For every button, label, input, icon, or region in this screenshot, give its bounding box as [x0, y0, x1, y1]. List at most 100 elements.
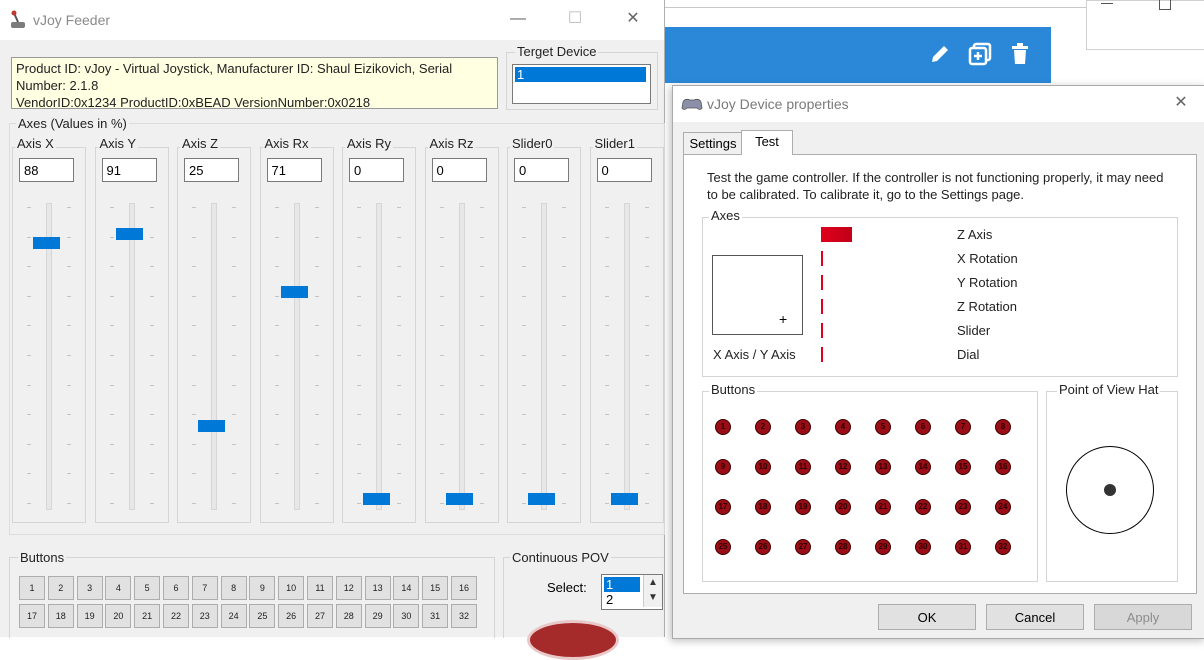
- feeder-button[interactable]: 11: [307, 576, 333, 600]
- maximize-button[interactable]: ☐: [560, 8, 590, 30]
- feeder-button[interactable]: 7: [191, 576, 218, 600]
- slider-track[interactable]: [376, 203, 382, 510]
- feeder-button[interactable]: 28: [335, 604, 362, 628]
- slider-thumb[interactable]: [528, 493, 555, 505]
- feeder-button[interactable]: 32: [451, 604, 477, 628]
- feeder-button[interactable]: 22: [163, 604, 189, 628]
- slider-thumb[interactable]: [33, 236, 60, 249]
- axis-value-input[interactable]: [349, 158, 404, 182]
- slider-tick: [562, 414, 566, 416]
- chevron-up-icon[interactable]: ▲: [644, 575, 662, 590]
- feeder-button[interactable]: 6: [163, 576, 189, 600]
- feeder-button[interactable]: 10: [278, 576, 305, 600]
- slider-tick: [232, 473, 236, 475]
- maximize-icon[interactable]: [1159, 0, 1171, 10]
- slider-tick: [274, 325, 279, 327]
- vjoy-app-icon: [11, 10, 25, 28]
- slider-tick: [644, 384, 649, 386]
- slider-thumb[interactable]: [610, 493, 638, 505]
- slider-tick: [27, 207, 31, 208]
- pencil-icon[interactable]: [927, 41, 953, 67]
- cancel-button[interactable]: Cancel: [986, 604, 1084, 630]
- pov-spinner[interactable]: ▲ ▼: [643, 575, 662, 607]
- axis-value-input[interactable]: [431, 158, 487, 182]
- slider-track[interactable]: [211, 203, 217, 510]
- button-led: 32: [995, 539, 1011, 555]
- button-led: 25: [715, 539, 731, 555]
- minimize-button[interactable]: —: [503, 8, 533, 30]
- feeder-button[interactable]: 31: [422, 604, 449, 628]
- axis-value-input[interactable]: [19, 158, 74, 182]
- feeder-button[interactable]: 15: [422, 576, 449, 600]
- slider-thumb[interactable]: [363, 493, 390, 505]
- minimize-icon[interactable]: [1101, 3, 1113, 4]
- chevron-down-icon[interactable]: ▼: [644, 590, 662, 605]
- feeder-button[interactable]: 12: [335, 576, 362, 600]
- pov-option-selected[interactable]: 1: [604, 577, 640, 592]
- slider-tick: [439, 503, 444, 504]
- slider-tick: [522, 295, 526, 297]
- ok-button[interactable]: OK: [878, 604, 976, 630]
- axis-value-input[interactable]: [184, 158, 239, 182]
- slider-track[interactable]: [293, 203, 300, 510]
- feeder-button[interactable]: 9: [249, 576, 276, 600]
- apply-button[interactable]: Apply: [1094, 604, 1192, 630]
- slider-thumb[interactable]: [115, 228, 143, 241]
- axis-value-input[interactable]: [514, 158, 569, 182]
- slider-tick: [357, 355, 361, 356]
- trash-icon[interactable]: [1007, 41, 1033, 67]
- slider-track[interactable]: [458, 203, 465, 510]
- slider-track[interactable]: [46, 203, 52, 510]
- feeder-button[interactable]: 5: [134, 576, 161, 600]
- feeder-button[interactable]: 18: [47, 604, 74, 628]
- slider-track[interactable]: [623, 203, 630, 510]
- feeder-button[interactable]: 8: [220, 576, 247, 600]
- target-device-list[interactable]: 1: [512, 64, 651, 104]
- tab-test[interactable]: Test: [741, 130, 793, 155]
- slider-thumb[interactable]: [280, 286, 308, 299]
- slider-tick: [562, 207, 566, 208]
- feeder-button[interactable]: 21: [134, 604, 161, 628]
- feeder-button[interactable]: 30: [393, 604, 420, 628]
- feeder-button[interactable]: 20: [105, 604, 132, 628]
- button-led: 21: [875, 499, 891, 515]
- feeder-button[interactable]: 23: [191, 604, 218, 628]
- slider-tick: [644, 414, 649, 416]
- feeder-button[interactable]: 13: [364, 576, 391, 600]
- pov-dial-icon[interactable]: [527, 620, 619, 660]
- feeder-button[interactable]: 3: [76, 576, 103, 600]
- target-device-selected[interactable]: 1: [515, 67, 646, 82]
- feeder-button[interactable]: 16: [451, 576, 477, 600]
- add-copy-icon[interactable]: [967, 41, 993, 67]
- description-line: to be calibrated. To calibrate it, go to…: [707, 187, 1025, 202]
- feeder-button[interactable]: 14: [393, 576, 420, 600]
- feeder-button[interactable]: 2: [47, 576, 74, 600]
- feeder-button[interactable]: 27: [307, 604, 333, 628]
- slider-tick: [232, 503, 236, 504]
- feeder-button[interactable]: 4: [105, 576, 132, 600]
- slider-tick: [314, 473, 319, 475]
- slider-track[interactable]: [541, 203, 547, 510]
- axis-value-input[interactable]: [596, 158, 652, 182]
- feeder-button[interactable]: 29: [364, 604, 391, 628]
- pov-option[interactable]: 2: [604, 592, 640, 607]
- feeder-button[interactable]: 26: [278, 604, 305, 628]
- close-button[interactable]: ✕: [618, 8, 648, 30]
- slider-track[interactable]: [128, 203, 135, 510]
- slider-tick: [314, 355, 319, 356]
- slider-tick: [522, 355, 526, 356]
- slider-thumb[interactable]: [198, 420, 225, 433]
- pov-select-list[interactable]: 1 2 ▲ ▼: [601, 574, 663, 610]
- axis-value-input[interactable]: [101, 158, 157, 182]
- feeder-button[interactable]: 19: [76, 604, 103, 628]
- feeder-button[interactable]: 1: [19, 576, 45, 600]
- slider-thumb[interactable]: [445, 493, 473, 505]
- buttons-group: Buttons 1 2 3 4 5 6 7 8 9 10 11 12 13 14 15 16 17 18 19 20 2…: [702, 382, 1038, 582]
- feeder-button[interactable]: 25: [249, 604, 276, 628]
- feeder-button[interactable]: 24: [220, 604, 247, 628]
- feeder-button[interactable]: 17: [19, 604, 45, 628]
- slider-tick: [604, 295, 609, 297]
- tab-settings[interactable]: Settings: [683, 132, 743, 154]
- close-button[interactable]: ✕: [1166, 92, 1196, 114]
- axis-value-input[interactable]: [266, 158, 322, 182]
